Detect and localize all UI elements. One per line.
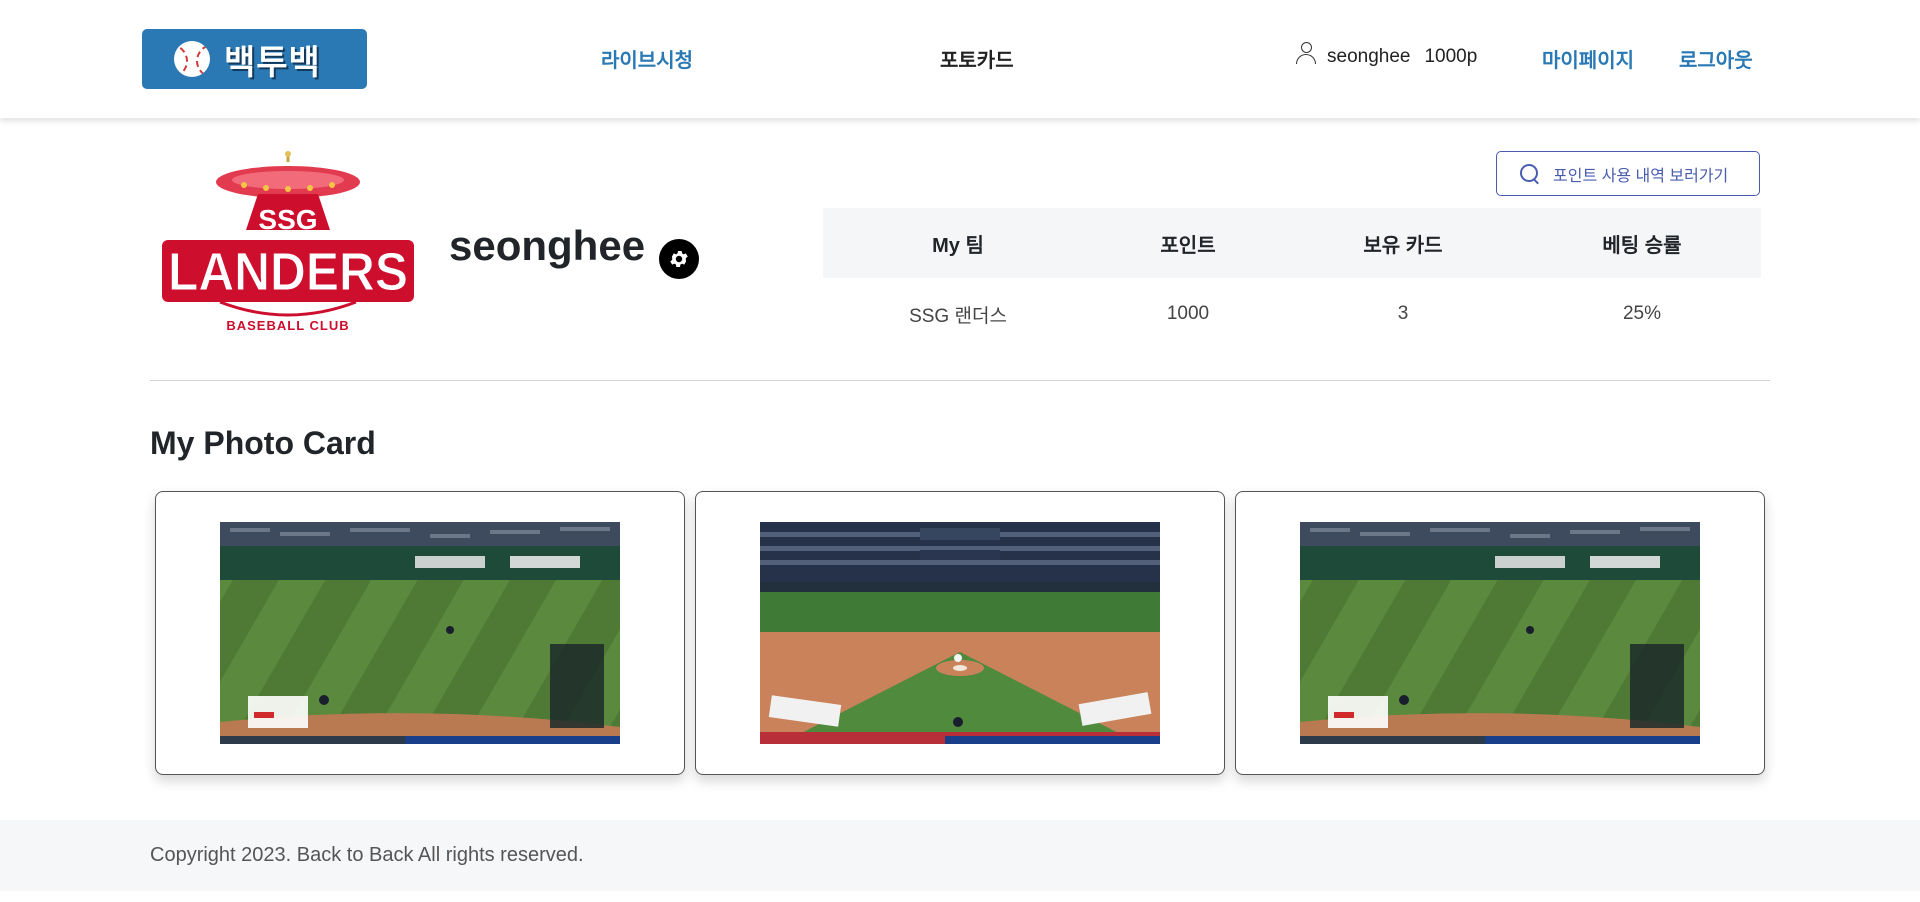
photo-card-image — [760, 522, 1160, 744]
stats-value-team: SSG 랜더스 — [909, 305, 1007, 327]
stats-header-team: My 팀 — [823, 208, 1093, 278]
baseball-icon — [174, 41, 210, 77]
stats-header-points: 포인트 — [1093, 208, 1283, 278]
photo-card[interactable] — [695, 491, 1225, 775]
photo-card[interactable] — [155, 491, 685, 775]
stats-value-row: SSG 랜더스 1000 3 25% — [823, 278, 1761, 350]
profile-username: seonghee — [449, 222, 646, 269]
points-history-label: 포인트 사용 내역 보러가기 — [1553, 167, 1729, 185]
top-navbar: 백투백 라이브시청 포토카드 seonghee 1000p 마이페이지 로그아웃 — [0, 0, 1920, 118]
points-history-button[interactable]: 포인트 사용 내역 보러가기 — [1496, 151, 1760, 196]
profile-stats-table: My 팀 포인트 보유 카드 베팅 승률 SSG 랜더스 1000 3 25% — [823, 208, 1761, 350]
footer: Copyright 2023. Back to Back All rights … — [0, 820, 1920, 891]
home-logo-button[interactable]: 백투백 — [142, 29, 367, 89]
search-icon — [1519, 163, 1541, 185]
photo-card-image — [220, 522, 620, 744]
user-points: 1000p — [1424, 46, 1478, 67]
logo-text: 백투백 — [224, 43, 321, 82]
user-name: seonghee — [1327, 46, 1411, 67]
stats-value-points: 1000 — [1166, 303, 1210, 324]
team-logo-main-text: LANDERS — [168, 242, 408, 302]
nav-photocard-link[interactable]: 포토카드 — [940, 44, 1014, 73]
nav-mypage-link[interactable]: 마이페이지 — [1542, 44, 1634, 73]
photo-card-image — [1300, 522, 1700, 744]
stats-header-cards: 보유 카드 — [1283, 208, 1523, 278]
team-logo: SSG LANDERS BASEBALL CLUB — [160, 150, 416, 340]
stats-header-row: My 팀 포인트 보유 카드 베팅 승률 — [823, 208, 1761, 278]
nav-live-link[interactable]: 라이브시청 — [601, 44, 693, 73]
gear-icon — [670, 251, 688, 267]
stats-value-winrate: 25% — [1622, 303, 1662, 324]
photo-card[interactable] — [1235, 491, 1765, 775]
section-divider — [150, 380, 1770, 381]
nav-logout-link[interactable]: 로그아웃 — [1679, 44, 1753, 73]
footer-copyright: Copyright 2023. Back to Back All rights … — [150, 844, 584, 866]
team-logo-sub-text: BASEBALL CLUB — [226, 318, 349, 333]
profile-settings-button[interactable] — [659, 239, 699, 279]
team-logo-top-text: SSG — [258, 204, 317, 235]
stats-header-winrate: 베팅 승률 — [1523, 208, 1761, 278]
user-icon — [1295, 42, 1317, 66]
stats-value-cards: 3 — [1397, 303, 1409, 324]
photo-card-section-title: My Photo Card — [150, 425, 376, 461]
user-info: seonghee 1000p — [1295, 42, 1478, 68]
